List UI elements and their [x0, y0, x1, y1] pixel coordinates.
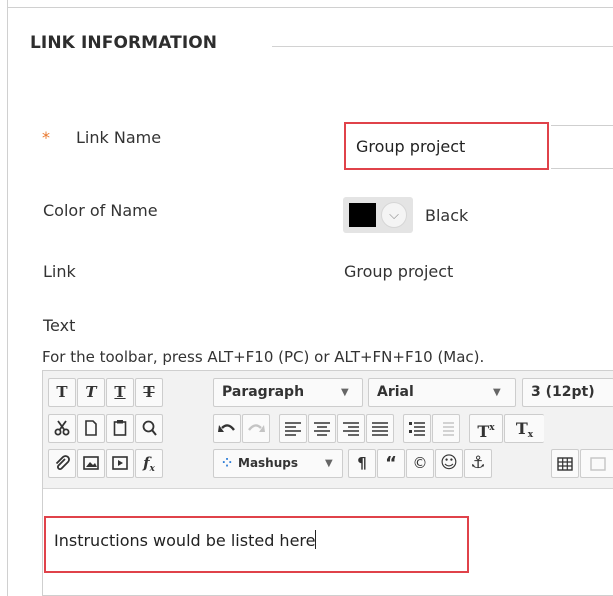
bold-button[interactable]: T: [48, 378, 76, 407]
align-center-icon[interactable]: [308, 414, 336, 443]
color-swatch: [349, 203, 376, 227]
image-icon[interactable]: [77, 449, 105, 478]
superscript-x: x: [489, 423, 495, 433]
table-properties-icon[interactable]: [580, 449, 613, 478]
paragraph-mark-icon[interactable]: ¶: [348, 449, 376, 478]
bullet-list-icon[interactable]: [403, 414, 431, 443]
link-name-value: Group project: [356, 137, 466, 156]
numbered-list-icon[interactable]: [432, 414, 460, 443]
strikethrough-button[interactable]: T: [135, 378, 163, 407]
emoji-icon[interactable]: ☺: [435, 449, 463, 478]
color-of-name-label: Color of Name: [43, 201, 158, 220]
section-title: LINK INFORMATION: [30, 33, 218, 53]
redo-icon[interactable]: [242, 414, 270, 443]
superscript-letter: T: [477, 422, 490, 441]
color-picker[interactable]: ⌵: [343, 197, 413, 233]
editor-toolbar: T T T T Paragraph ▼ Arial ▼ 3 (12pt) Tx …: [43, 371, 613, 489]
editor-content-area[interactable]: Instructions would be listed here: [44, 516, 469, 573]
underline-button[interactable]: T: [106, 378, 134, 407]
mashups-icon: ⁘: [222, 456, 233, 470]
link-name-label: Link Name: [76, 128, 162, 147]
copyright-icon[interactable]: ©: [406, 449, 434, 478]
anchor-icon[interactable]: ⚓: [464, 449, 492, 478]
paste-icon[interactable]: [106, 414, 134, 443]
chevron-down-icon: ▼: [341, 387, 349, 398]
align-justify-icon[interactable]: [366, 414, 394, 443]
chevron-down-icon[interactable]: ⌵: [381, 202, 407, 228]
link-value[interactable]: Group project: [344, 262, 453, 281]
cut-icon[interactable]: [48, 414, 76, 443]
copy-icon[interactable]: [77, 414, 105, 443]
font-size-value: 3 (12pt): [531, 384, 595, 400]
required-mark: *: [42, 128, 50, 147]
table-icon[interactable]: [551, 449, 579, 478]
find-icon[interactable]: [135, 414, 163, 443]
mashups-button[interactable]: ⁘ Mashups ▼: [213, 449, 343, 478]
font-family-select[interactable]: Arial ▼: [368, 378, 516, 407]
chevron-down-icon: ▼: [325, 458, 333, 469]
panel-border-left: [7, 0, 8, 596]
quote-icon[interactable]: “: [377, 449, 405, 478]
font-family-value: Arial: [377, 384, 414, 400]
link-name-input-extension: [551, 125, 613, 169]
align-left-icon[interactable]: [279, 414, 307, 443]
chevron-down-icon: ▼: [493, 387, 501, 398]
text-label: Text: [43, 316, 76, 335]
media-icon[interactable]: [106, 449, 134, 478]
text-caret: [315, 530, 317, 549]
align-right-icon[interactable]: [337, 414, 365, 443]
color-name-value: Black: [425, 206, 469, 225]
superscript-icon[interactable]: Tx: [469, 414, 503, 443]
panel-border-top: [7, 7, 613, 8]
subscript-letter: T: [515, 419, 528, 438]
mashups-label: Mashups: [238, 456, 298, 470]
attach-icon[interactable]: [48, 449, 76, 478]
subscript-icon[interactable]: Tx: [504, 414, 544, 443]
editor-content-text: Instructions would be listed here: [54, 530, 317, 550]
section-divider: [272, 46, 613, 47]
math-formula-subscript: x: [149, 464, 155, 474]
italic-button[interactable]: T: [77, 378, 105, 407]
subscript-x: x: [527, 430, 534, 440]
link-label: Link: [43, 262, 76, 281]
editor-content-value: Instructions would be listed here: [54, 531, 316, 550]
paragraph-format-value: Paragraph: [222, 384, 305, 400]
link-name-input[interactable]: Group project: [344, 122, 549, 170]
toolbar-hint: For the toolbar, press ALT+F10 (PC) or A…: [42, 348, 485, 366]
math-formula-icon[interactable]: fx: [135, 449, 163, 478]
font-size-select[interactable]: 3 (12pt): [522, 378, 613, 407]
paragraph-format-select[interactable]: Paragraph ▼: [213, 378, 363, 407]
undo-icon[interactable]: [213, 414, 241, 443]
